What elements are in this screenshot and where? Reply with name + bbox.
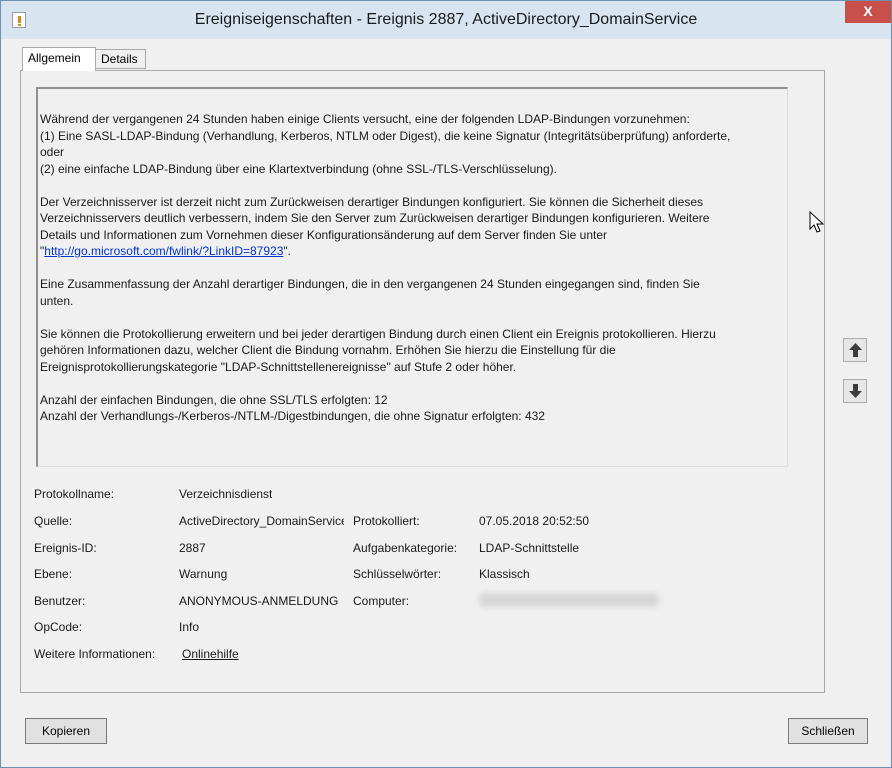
link-quote-close: ". xyxy=(283,244,291,258)
task-category-label: Aufgabenkategorie: xyxy=(353,541,458,555)
microsoft-fwlink-link[interactable]: http://go.microsoft.com/fwlink/?LinkID=8… xyxy=(44,244,283,258)
arrow-up-icon xyxy=(849,343,862,357)
keywords-label: Schlüsselwörter: xyxy=(353,567,442,581)
description-line: unten. xyxy=(40,293,74,308)
title-bar[interactable]: Ereigniseigenschaften - Ereignis 2887, A… xyxy=(1,1,891,39)
task-category-value[interactable]: LDAP-Schnittstelle xyxy=(479,541,579,555)
close-window-button[interactable]: X xyxy=(845,1,891,23)
tab-details[interactable]: Details xyxy=(96,49,146,69)
event-properties-window: Ereigniseigenschaften - Ereignis 2887, A… xyxy=(0,0,892,768)
window-title: Ereigniseigenschaften - Ereignis 2887, A… xyxy=(194,11,698,28)
description-line: oder xyxy=(40,145,65,159)
level-label: Ebene: xyxy=(34,567,73,581)
event-id-value[interactable]: 2887 xyxy=(179,541,206,555)
next-event-button[interactable] xyxy=(843,379,867,403)
arrow-down-icon xyxy=(849,384,862,398)
logged-value[interactable]: 07.05.2018 20:52:50 xyxy=(479,514,589,528)
description-line: Der Verzeichnisserver ist derzeit nicht … xyxy=(40,194,703,209)
description-line: Eine Zusammenfassung der Anzahl derartig… xyxy=(40,277,700,291)
online-help-link[interactable]: Onlinehilfe xyxy=(182,647,239,661)
log-name-label: Protokollname: xyxy=(34,487,115,501)
log-name-value[interactable]: Verzeichnisdienst xyxy=(179,487,272,501)
description-link-line: "http://go.microsoft.com/fwlink/?LinkID=… xyxy=(40,243,787,260)
event-description-box[interactable]: Während der vergangenen 24 Stunden haben… xyxy=(36,87,788,467)
user-value[interactable]: ANONYMOUS-ANMELDUNG xyxy=(179,594,344,608)
keywords-value[interactable]: Klassisch xyxy=(479,567,530,581)
level-value[interactable]: Warnung xyxy=(179,567,227,581)
description-line: Anzahl der einfachen Bindungen, die ohne… xyxy=(40,392,388,407)
event-id-label: Ereignis-ID: xyxy=(34,541,97,555)
description-line: Während der vergangenen 24 Stunden haben… xyxy=(40,112,690,126)
opcode-value[interactable]: Info xyxy=(179,620,199,634)
source-value[interactable]: ActiveDirectory_DomainService xyxy=(179,514,344,528)
description-line: Ereignisprotokollierungskategorie "LDAP-… xyxy=(40,359,517,374)
more-info-label: Weitere Informationen: xyxy=(34,647,156,661)
computer-label: Computer: xyxy=(353,594,410,608)
computer-value-redacted xyxy=(479,593,659,607)
description-line: Verzeichnisservers deutlich verbessern, … xyxy=(40,211,710,225)
opcode-label: OpCode: xyxy=(34,620,83,634)
description-line: gehören Informationen dazu, welcher Clie… xyxy=(40,343,616,357)
description-line: Details und Informationen zum Vornehmen … xyxy=(40,227,608,242)
user-label: Benutzer: xyxy=(34,594,86,608)
description-line: Sie können die Protokollierung erweitern… xyxy=(40,326,716,341)
mouse-cursor-icon xyxy=(809,210,825,238)
tab-allgemein[interactable]: Allgemein xyxy=(22,47,96,71)
logged-label: Protokolliert: xyxy=(353,514,420,528)
description-line: (1) Eine SASL-LDAP-Bindung (Verhandlung,… xyxy=(40,128,731,143)
copy-button[interactable]: Kopieren xyxy=(25,718,107,744)
description-line: Anzahl der Verhandlungs-/Kerberos-/NTLM-… xyxy=(40,409,545,423)
source-label: Quelle: xyxy=(34,514,73,528)
previous-event-button[interactable] xyxy=(843,338,867,362)
close-button[interactable]: Schließen xyxy=(788,718,868,744)
description-line: (2) eine einfache LDAP-Bindung über eine… xyxy=(40,161,557,176)
